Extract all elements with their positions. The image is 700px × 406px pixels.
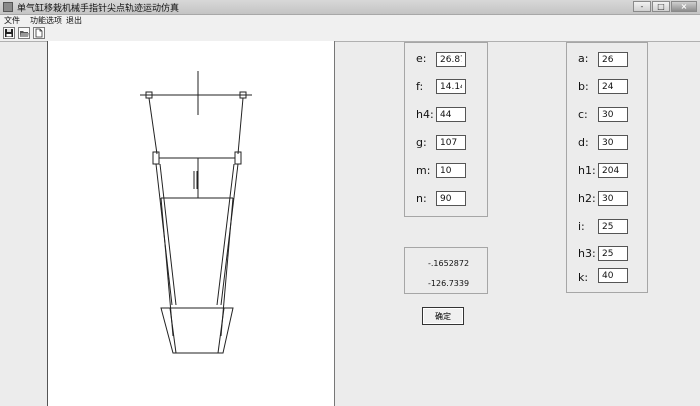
menu-bar: 文件 功能选项 退出 xyxy=(0,15,700,26)
param-e-label: e: xyxy=(416,52,427,65)
param-e-input[interactable] xyxy=(436,52,466,67)
minimize-button[interactable]: - xyxy=(633,1,651,12)
param-f-label: f: xyxy=(416,80,424,93)
open-folder-icon xyxy=(20,31,29,37)
window-controls: - □ × xyxy=(632,1,697,13)
toolbar xyxy=(0,26,700,42)
save-button[interactable] xyxy=(3,27,15,39)
param-k-input[interactable] xyxy=(598,268,628,283)
param-d-label: d: xyxy=(578,136,589,149)
menu-options[interactable]: 功能选项 xyxy=(30,15,62,26)
param-d-input[interactable] xyxy=(598,135,628,150)
app-icon xyxy=(3,2,13,12)
param-c-label: c: xyxy=(578,108,588,121)
result-value-1: -.1652872 xyxy=(428,259,470,268)
param-n-label: n: xyxy=(416,192,427,205)
param-n-input[interactable] xyxy=(436,191,466,206)
right-upper-link xyxy=(237,97,244,155)
param-h2-input[interactable] xyxy=(598,191,628,206)
confirm-button[interactable]: 确定 xyxy=(422,307,464,325)
window-title: 单气缸移栽机械手指针尖点轨迹运动仿真 xyxy=(17,4,180,14)
open-button[interactable] xyxy=(18,27,30,39)
manipulator-drawing xyxy=(140,71,252,354)
new-document-icon xyxy=(35,28,43,38)
param-h4-label: h4: xyxy=(416,108,434,121)
param-b-label: b: xyxy=(578,80,589,93)
param-h1-input[interactable] xyxy=(598,163,628,178)
new-button[interactable] xyxy=(33,27,45,39)
param-h1-label: h1: xyxy=(578,164,596,177)
maximize-button[interactable]: □ xyxy=(652,1,670,12)
param-a-label: a: xyxy=(578,52,589,65)
param-h4-input[interactable] xyxy=(436,107,466,122)
param-c-input[interactable] xyxy=(598,107,628,122)
left-joint xyxy=(152,151,160,165)
param-h3-label: h3: xyxy=(578,247,596,260)
bottom-bowl xyxy=(160,307,234,354)
param-m-label: m: xyxy=(416,164,431,177)
menu-file[interactable]: 文件 xyxy=(4,15,20,26)
param-h3-input[interactable] xyxy=(598,246,628,261)
param-m-input[interactable] xyxy=(436,163,466,178)
result-value-2: -126.7339 xyxy=(428,279,470,288)
param-f-input[interactable] xyxy=(436,79,466,94)
menu-exit[interactable]: 退出 xyxy=(66,15,82,26)
param-i-input[interactable] xyxy=(598,219,628,234)
param-g-input[interactable] xyxy=(436,135,466,150)
param-a-input[interactable] xyxy=(598,52,628,67)
close-button[interactable]: × xyxy=(671,1,697,12)
param-k-label: k: xyxy=(578,271,589,284)
param-b-input[interactable] xyxy=(598,79,628,94)
left-upper-link xyxy=(148,97,158,155)
param-g-label: g: xyxy=(416,136,427,149)
save-icon xyxy=(5,29,13,37)
param-h2-label: h2: xyxy=(578,192,596,205)
simulation-canvas xyxy=(47,41,335,406)
title-bar: 单气缸移栽机械手指针尖点轨迹运动仿真 - □ × xyxy=(0,0,700,15)
param-i-label: i: xyxy=(578,220,585,233)
